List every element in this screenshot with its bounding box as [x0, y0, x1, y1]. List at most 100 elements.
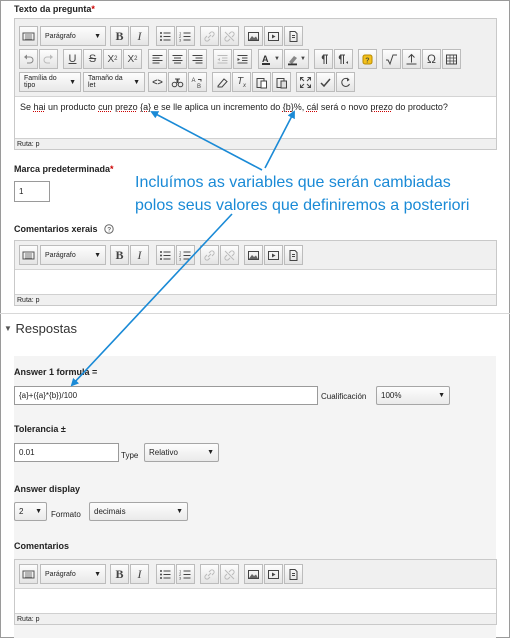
image-button[interactable]	[244, 26, 263, 46]
link-button[interactable]	[200, 245, 219, 265]
answer-feedback-content[interactable]	[15, 592, 496, 614]
ordered-list-button[interactable]: 123	[176, 245, 195, 265]
align-center-icon	[172, 54, 183, 63]
unordered-list-button[interactable]	[156, 564, 175, 584]
answer-display-label: Answer display	[14, 484, 81, 494]
eraser-icon	[217, 77, 228, 87]
unordered-list-button[interactable]	[156, 26, 175, 46]
default-mark-input[interactable]: 1	[14, 181, 50, 202]
replace-button[interactable]: AB	[188, 72, 207, 92]
answers-section-toggle[interactable]: ▼ Respostas	[4, 321, 77, 336]
search-button[interactable]	[168, 72, 187, 92]
unlink-icon	[224, 30, 235, 42]
image-button[interactable]	[244, 564, 263, 584]
image-button[interactable]	[244, 245, 263, 265]
italic-button[interactable]: I	[130, 245, 149, 265]
special-char-button[interactable]: Ω	[422, 49, 441, 69]
fullscreen-button[interactable]	[296, 72, 315, 92]
link-button[interactable]	[200, 564, 219, 584]
svg-text:?: ?	[107, 227, 111, 234]
redo-button[interactable]	[39, 49, 58, 69]
italic-button[interactable]: I	[130, 564, 149, 584]
media-button[interactable]	[264, 26, 283, 46]
paste-word-button[interactable]	[272, 72, 291, 92]
bullet-list-icon	[160, 569, 171, 579]
table-button[interactable]	[442, 49, 461, 69]
link-button[interactable]	[200, 26, 219, 46]
media-button[interactable]	[264, 245, 283, 265]
tolerance-type-select[interactable]: Relativo ▼	[144, 443, 219, 462]
editor-status-path: Ruta: p	[15, 613, 496, 624]
answers-heading: Respostas	[15, 321, 77, 336]
numbered-list-icon: 123	[179, 249, 191, 261]
font-size-select[interactable]: Tamaño da let ▼	[83, 72, 145, 92]
align-right-button[interactable]	[188, 49, 207, 69]
unlink-button[interactable]	[220, 245, 239, 265]
editor-status-path: Ruta: p	[15, 294, 496, 305]
equation-help-button[interactable]: ?	[358, 49, 377, 69]
chevron-down-icon: ▼	[94, 570, 101, 578]
checkmark-icon	[320, 78, 331, 87]
clean-up-button[interactable]	[212, 72, 231, 92]
question-text-content[interactable]: Se hai un producto cun prezo {a} e se ll…	[15, 102, 496, 112]
ltr-button[interactable]	[314, 49, 333, 69]
bold-button[interactable]: B	[110, 245, 129, 265]
background-color-button[interactable]: ▼	[284, 49, 309, 69]
align-center-button[interactable]	[168, 49, 187, 69]
bold-button[interactable]: B	[110, 564, 129, 584]
manage-files-button[interactable]	[284, 245, 303, 265]
code-button[interactable]: <>	[148, 72, 167, 92]
paragraph-format-select[interactable]: Parágrafo ▼	[40, 564, 106, 584]
svg-text:?: ?	[365, 57, 369, 64]
rtl-button[interactable]	[334, 49, 353, 69]
indent-icon	[237, 54, 248, 63]
outdent-button[interactable]	[213, 49, 232, 69]
ordered-list-button[interactable]: 123	[176, 26, 195, 46]
spellcheck-button[interactable]	[316, 72, 335, 92]
answer-formula-input[interactable]: {a}+({a}*{b})/100	[14, 386, 318, 405]
text-color-button[interactable]: A ▼	[258, 49, 283, 69]
superscript-button[interactable]: X2	[123, 49, 142, 69]
align-right-icon	[192, 54, 203, 63]
unlink-button[interactable]	[220, 26, 239, 46]
unordered-list-button[interactable]	[156, 245, 175, 265]
toolbar-toggle-button[interactable]	[19, 26, 38, 46]
text-color-icon: A	[262, 54, 271, 65]
unlink-button[interactable]	[220, 564, 239, 584]
help-icon[interactable]: ?	[104, 224, 114, 234]
annotation-line-1: Incluímos as variables que serán cambiad…	[135, 174, 451, 191]
equation-editor-button[interactable]	[382, 49, 401, 69]
align-left-button[interactable]	[148, 49, 167, 69]
grade-select[interactable]: 100% ▼	[376, 386, 450, 405]
bullet-list-icon	[160, 250, 171, 260]
general-feedback-content[interactable]	[15, 273, 496, 295]
answer-format-label: Formato	[51, 510, 81, 519]
autolink-button[interactable]	[336, 72, 355, 92]
insert-anchor-button[interactable]	[402, 49, 421, 69]
omega-icon: Ω	[427, 52, 436, 66]
toolbar-toggle-button[interactable]	[19, 245, 38, 265]
svg-text:B: B	[197, 84, 201, 89]
strikethrough-button[interactable]: S	[83, 49, 102, 69]
paste-text-button[interactable]	[252, 72, 271, 92]
remove-format-button[interactable]: Tx	[232, 72, 251, 92]
paragraph-format-select[interactable]: Parágrafo ▼	[40, 245, 106, 265]
tolerance-input[interactable]: 0.01	[14, 443, 119, 462]
font-family-select[interactable]: Família do tipo ▼	[19, 72, 81, 92]
media-button[interactable]	[264, 564, 283, 584]
toolbar-toggle-button[interactable]	[19, 564, 38, 584]
manage-files-button[interactable]	[284, 26, 303, 46]
subscript-button[interactable]: X2	[103, 49, 122, 69]
answer-display-select[interactable]: 2 ▼	[14, 502, 47, 521]
undo-button[interactable]	[19, 49, 38, 69]
italic-button[interactable]: I	[130, 26, 149, 46]
bold-button[interactable]: B	[110, 26, 129, 46]
underline-button[interactable]: U	[63, 49, 82, 69]
ordered-list-button[interactable]: 123	[176, 564, 195, 584]
manage-files-button[interactable]	[284, 564, 303, 584]
answer-format-select[interactable]: decimais ▼	[89, 502, 188, 521]
files-icon	[289, 249, 298, 261]
paragraph-ltr-icon	[321, 54, 328, 64]
paragraph-format-select[interactable]: Parágrafo ▼	[40, 26, 106, 46]
indent-button[interactable]	[233, 49, 252, 69]
